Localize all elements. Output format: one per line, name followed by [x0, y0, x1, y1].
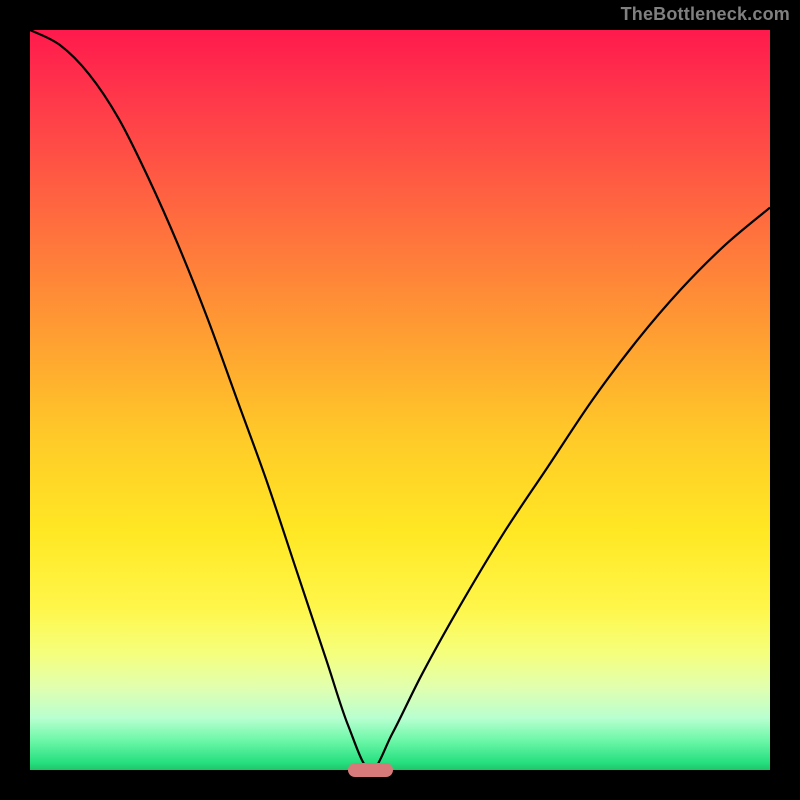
chart-container: TheBottleneck.com: [0, 0, 800, 800]
optimal-marker: [348, 763, 392, 778]
bottleneck-curve: [30, 30, 770, 770]
watermark-text: TheBottleneck.com: [621, 4, 790, 25]
plot-area: [30, 30, 770, 770]
